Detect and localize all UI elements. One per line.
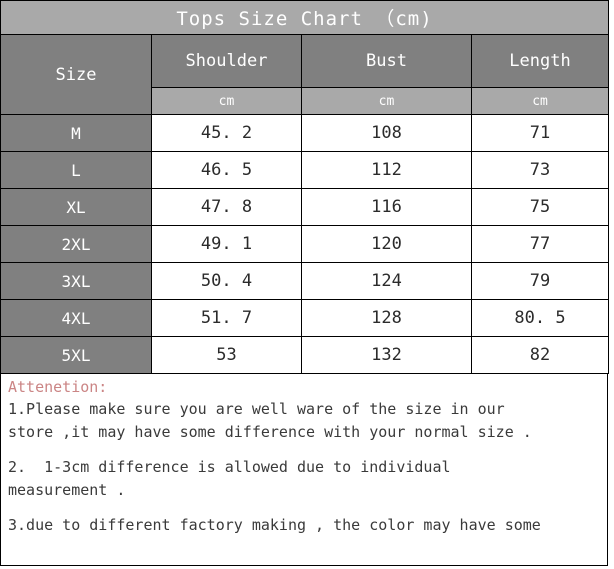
table-header-row: Size Shoulder Bust Length: [0, 34, 610, 115]
row-size-label: 2XL: [0, 225, 152, 263]
header-bust: Bust: [301, 34, 472, 88]
row-length-value: 73: [470, 151, 610, 189]
attention-heading: Attenetion:: [8, 378, 108, 396]
row-size-label: 5XL: [0, 336, 152, 374]
row-length-value: 80. 5: [470, 299, 610, 337]
table-row: 4XL 51. 7 128 80. 5: [0, 299, 610, 337]
row-bust-value: 132: [301, 336, 472, 374]
row-shoulder-value: 47. 8: [151, 188, 302, 226]
note-line-3: 2. 1-3cm difference is allowed due to in…: [8, 458, 451, 476]
attention-notes: Attenetion: 1.Please make sure you are w…: [0, 374, 608, 566]
row-size-label: L: [0, 151, 152, 189]
row-bust-value: 112: [301, 151, 472, 189]
table-row: 2XL 49. 1 120 77: [0, 225, 610, 263]
table-row: 5XL 53 132 82: [0, 336, 610, 374]
note-spacer: [8, 444, 607, 456]
row-bust-value: 120: [301, 225, 472, 263]
row-shoulder-value: 45. 2: [151, 114, 302, 152]
row-size-label: 4XL: [0, 299, 152, 337]
unit-shoulder: cm: [151, 87, 302, 115]
size-chart-table: Tops Size Chart （cm) Size Shoulder Bust …: [0, 0, 610, 374]
row-length-value: 82: [470, 336, 610, 374]
row-size-label: M: [0, 114, 152, 152]
note-line-4: measurement .: [8, 481, 126, 499]
row-bust-value: 108: [301, 114, 472, 152]
table-row: XL 47. 8 116 75: [0, 188, 610, 226]
row-size-label: XL: [0, 188, 152, 226]
row-bust-value: 128: [301, 299, 472, 337]
row-length-value: 77: [470, 225, 610, 263]
unit-bust: cm: [301, 87, 472, 115]
table-row: M 45. 2 108 71: [0, 114, 610, 152]
size-chart-sheet: Tops Size Chart （cm) Size Shoulder Bust …: [0, 0, 614, 569]
row-bust-value: 116: [301, 188, 472, 226]
unit-length: cm: [470, 87, 610, 115]
row-size-label: 3XL: [0, 262, 152, 300]
row-length-value: 75: [470, 188, 610, 226]
note-line-2: store ,it may have some difference with …: [8, 423, 532, 441]
table-title-row: Tops Size Chart （cm): [0, 0, 610, 35]
header-length: Length: [470, 34, 610, 88]
table-row: L 46. 5 112 73: [0, 151, 610, 189]
note-spacer: [8, 502, 607, 514]
chart-title: Tops Size Chart （cm): [0, 0, 610, 35]
note-line-5: 3.due to different factory making , the …: [8, 516, 541, 534]
row-bust-value: 124: [301, 262, 472, 300]
table-row: 3XL 50. 4 124 79: [0, 262, 610, 300]
row-length-value: 79: [470, 262, 610, 300]
header-shoulder: Shoulder: [151, 34, 302, 88]
header-size: Size: [0, 34, 152, 115]
note-line-1: 1.Please make sure you are well ware of …: [8, 400, 505, 418]
row-shoulder-value: 46. 5: [151, 151, 302, 189]
row-shoulder-value: 53: [151, 336, 302, 374]
row-shoulder-value: 49. 1: [151, 225, 302, 263]
row-shoulder-value: 51. 7: [151, 299, 302, 337]
row-shoulder-value: 50. 4: [151, 262, 302, 300]
row-length-value: 71: [470, 114, 610, 152]
